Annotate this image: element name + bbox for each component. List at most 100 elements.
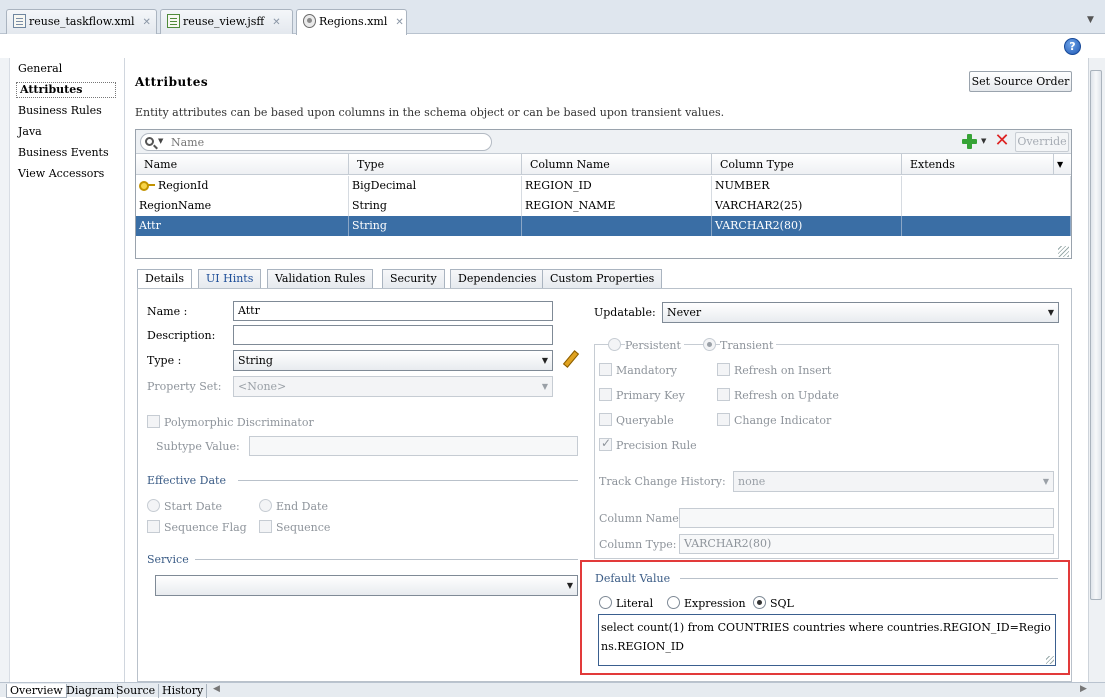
section-divider (680, 578, 1058, 579)
search-input[interactable] (167, 135, 487, 149)
nav-business-rules[interactable]: Business Rules (18, 104, 102, 120)
add-dropdown-icon[interactable]: ▼ (981, 137, 986, 145)
refresh-update-checkbox (717, 388, 730, 401)
type-select[interactable]: String (233, 350, 553, 371)
tab-reuse-taskflow[interactable]: reuse_taskflow.xml ✕ (6, 9, 157, 34)
scrollbar-thumb[interactable] (1090, 70, 1102, 600)
tab-overview[interactable]: Overview (6, 684, 67, 698)
table-row[interactable]: RegionName String REGION_NAME VARCHAR2(2… (136, 196, 1071, 216)
description-input[interactable] (233, 325, 553, 345)
sql-default-value-textarea[interactable]: select count(1) from COUNTRIES countries… (598, 614, 1056, 666)
tab-regions-xml[interactable]: Regions.xml ✕ (296, 9, 407, 35)
scroll-right-arrow[interactable]: ▶ (1080, 684, 1087, 694)
editor-tab-strip: reuse_taskflow.xml ✕ reuse_view.jsff ✕ Reg… (0, 0, 1105, 35)
tab-label: Regions.xml (319, 15, 388, 28)
tab-validation-rules[interactable]: Validation Rules (267, 269, 374, 289)
cell-name: RegionId (158, 179, 209, 192)
tab-security[interactable]: Security (382, 269, 445, 289)
cell-column-name (522, 216, 712, 236)
set-source-order-button[interactable]: Set Source Order (969, 71, 1072, 92)
mandatory-label: Mandatory (616, 364, 678, 377)
service-select[interactable] (155, 575, 578, 596)
column-menu-icon[interactable]: ▼ (1057, 160, 1063, 169)
xml-file-icon (13, 14, 26, 28)
close-icon[interactable]: ✕ (272, 17, 280, 28)
search-field[interactable]: ▼ (140, 133, 492, 151)
scroll-left-arrow[interactable]: ◀ (213, 684, 220, 694)
nav-business-events[interactable]: Business Events (18, 146, 109, 162)
nav-attributes[interactable]: Attributes (16, 82, 116, 98)
search-icon (145, 137, 154, 146)
effective-date-section-title: Effective Date (147, 474, 226, 487)
end-date-radio (259, 499, 272, 512)
attributes-table: ▼ ▼ ✕ Override Name Type Column Name Col… (135, 129, 1072, 259)
tab-reuse-view[interactable]: reuse_view.jsff ✕ (160, 9, 293, 34)
tab-custom-properties[interactable]: Custom Properties (542, 269, 663, 289)
column-header-column-name[interactable]: Column Name (522, 154, 712, 175)
start-date-radio (147, 499, 160, 512)
bottom-tab-bar: Overview Diagram Source History (0, 682, 1105, 698)
close-icon[interactable]: ✕ (143, 17, 151, 28)
transient-radio (703, 338, 716, 351)
cell-name: Attr (136, 216, 349, 236)
help-icon[interactable]: ? (1064, 38, 1081, 55)
tab-dependencies[interactable]: Dependencies (450, 269, 545, 289)
expression-radio[interactable] (667, 596, 680, 609)
primary-key-icon (139, 181, 155, 191)
table-header: Name Type Column Name Column Type Extend… (136, 154, 1071, 175)
add-attribute-icon[interactable] (962, 134, 977, 149)
description-label: Description: (147, 329, 216, 342)
cell-extends (902, 196, 1071, 216)
cell-type: String (349, 216, 522, 236)
override-button: Override (1015, 132, 1069, 152)
tab-history[interactable]: History (159, 684, 208, 698)
close-icon[interactable]: ✕ (395, 17, 403, 28)
sequence-checkbox (259, 520, 272, 533)
column-header-column-type[interactable]: Column Type (712, 154, 902, 175)
tab-diagram[interactable]: Diagram (63, 684, 119, 698)
cell-type: BigDecimal (349, 176, 522, 196)
cell-column-type: VARCHAR2(80) (712, 216, 902, 236)
tab-list-menu-icon[interactable]: ▼ (1087, 15, 1099, 27)
updatable-label: Updatable: (594, 306, 656, 319)
name-input[interactable]: Attr (233, 301, 553, 321)
property-set-select: <None> (233, 376, 553, 397)
search-options-icon[interactable]: ▼ (158, 137, 163, 145)
section-divider (195, 559, 578, 560)
tab-source[interactable]: Source (113, 684, 160, 698)
start-date-label: Start Date (164, 500, 222, 513)
literal-label: Literal (616, 597, 654, 610)
literal-radio[interactable] (599, 596, 612, 609)
sql-radio[interactable] (753, 596, 766, 609)
entity-object-icon (303, 14, 316, 28)
sequence-flag-checkbox (147, 520, 160, 533)
default-value-section-title: Default Value (595, 572, 671, 585)
cell-type: String (349, 196, 522, 216)
section-divider (238, 480, 578, 481)
tab-details[interactable]: Details (137, 269, 192, 290)
table-row[interactable]: RegionId BigDecimal REGION_ID NUMBER (136, 176, 1071, 196)
column-header-type[interactable]: Type (349, 154, 522, 175)
edit-pencil-icon[interactable] (560, 350, 578, 368)
column-header-extends[interactable]: Extends (902, 154, 1054, 175)
table-resize-handle[interactable] (1058, 246, 1069, 257)
textarea-resize-handle[interactable] (1046, 656, 1054, 664)
precision-rule-checkbox (599, 436, 612, 451)
mandatory-checkbox (599, 363, 612, 376)
refresh-insert-label: Refresh on Insert (734, 364, 832, 377)
tab-label: reuse_view.jsff (183, 15, 265, 28)
sequence-label: Sequence (276, 521, 331, 534)
nav-java[interactable]: Java (18, 125, 42, 141)
delete-icon[interactable]: ✕ (993, 132, 1011, 150)
column-header-name[interactable]: Name (136, 154, 349, 175)
updatable-select[interactable]: Never (662, 302, 1059, 323)
cell-column-name: REGION_NAME (522, 196, 712, 216)
change-indicator-checkbox (717, 413, 730, 426)
primary-key-checkbox (599, 388, 612, 401)
table-row-selected[interactable]: Attr String VARCHAR2(80) (136, 216, 1071, 236)
column-name-label: Column Name: (599, 512, 683, 525)
name-label: Name : (147, 305, 188, 318)
nav-view-accessors[interactable]: View Accessors (18, 167, 104, 183)
tab-ui-hints[interactable]: UI Hints (198, 269, 262, 289)
nav-general[interactable]: General (18, 62, 62, 78)
